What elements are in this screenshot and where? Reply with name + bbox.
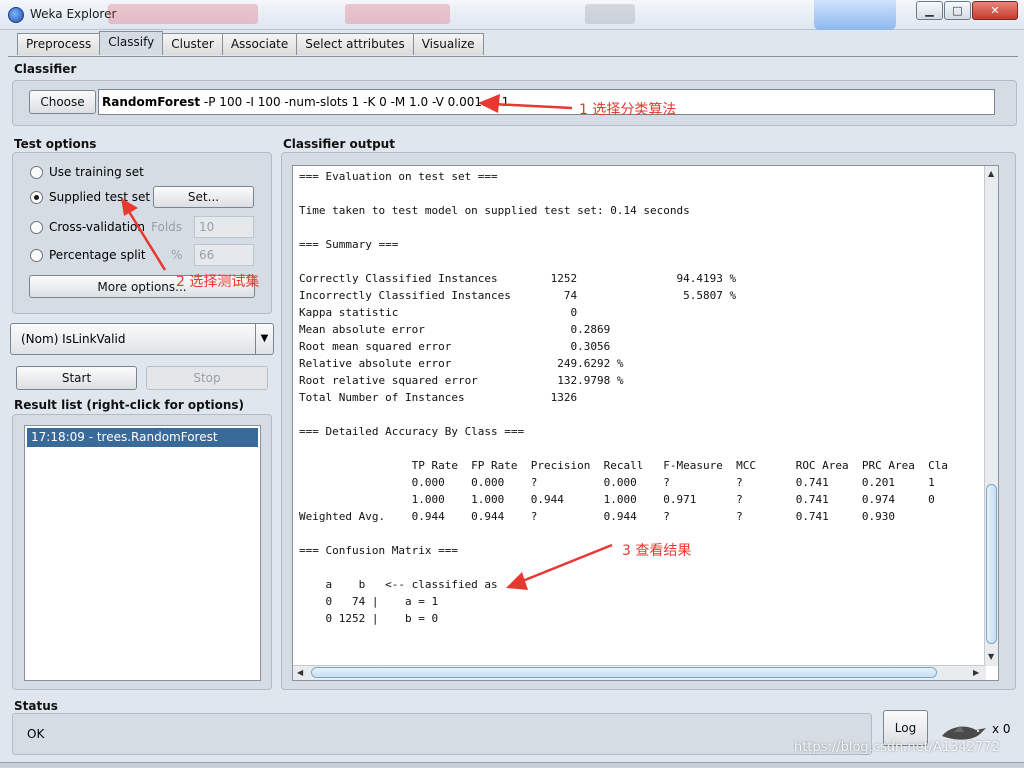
radio-label: Cross-validation	[49, 220, 145, 234]
test-options-section-label: Test options	[14, 137, 97, 151]
radio-label: Percentage split	[49, 248, 146, 262]
scroll-right-icon[interactable]: ▶	[973, 668, 979, 677]
taskbar-edge	[0, 762, 1024, 768]
output-line: Mean absolute error 0.2869	[299, 323, 611, 336]
output-line: 0.000 0.000 ? 0.000 ? ? 0.741 0.201 1	[299, 476, 935, 489]
radio-selected-icon	[30, 190, 43, 204]
classifier-config-field[interactable]: RandomForest -P 100 -I 100 -num-slots 1 …	[98, 89, 995, 115]
blurred-taskbar-tab	[108, 4, 258, 24]
tab-cluster[interactable]: Cluster	[162, 33, 223, 55]
radio-percentage-split[interactable]: Percentage split	[30, 248, 146, 262]
output-line: Kappa statistic 0	[299, 306, 578, 319]
radio-supplied-test-set[interactable]: Supplied test set	[30, 190, 150, 204]
percent-label: %	[171, 248, 183, 262]
classifier-output-text-area[interactable]: === Evaluation on test set === Time take…	[292, 165, 999, 681]
output-line: 0 1252 | b = 0	[299, 612, 439, 625]
status-text: OK	[27, 727, 45, 741]
tab-preprocess[interactable]: Preprocess	[17, 33, 101, 55]
output-line: === Detailed Accuracy By Class ===	[299, 425, 525, 438]
chevron-down-icon[interactable]: ▼	[255, 324, 273, 354]
output-line: === Summary ===	[299, 238, 399, 251]
tab-classify[interactable]: Classify	[99, 31, 164, 55]
folds-label: Folds	[151, 220, 183, 234]
output-line: === Evaluation on test set ===	[299, 170, 498, 183]
window-title: Weka Explorer	[30, 7, 117, 21]
classifier-options: -P 100 -I 100 -num-slots 1 -K 0 -M 1.0 -…	[200, 95, 510, 109]
set-test-set-button[interactable]: Set...	[153, 186, 254, 208]
watermark-text: https://blog.csdn.net/A1342772	[794, 740, 1000, 755]
classifier-section-label: Classifier	[14, 62, 77, 76]
annotation-step-1: 1 选择分类算法	[579, 102, 677, 118]
scroll-down-icon[interactable]: ▼	[988, 652, 994, 661]
scroll-left-icon[interactable]: ◀	[297, 668, 303, 677]
output-line: a b <-- classified as	[299, 578, 498, 591]
output-line: TP Rate FP Rate Precision Recall F-Measu…	[299, 459, 949, 472]
result-list-section-label: Result list (right-click for options)	[14, 398, 245, 412]
percent-input[interactable]: 66	[194, 244, 254, 266]
output-line: Incorrectly Classified Instances 74 5.58…	[299, 289, 737, 302]
tab-visualize[interactable]: Visualize	[412, 33, 484, 55]
choose-button[interactable]: Choose	[29, 90, 96, 114]
output-line: 0 74 | a = 1	[299, 595, 439, 608]
output-line: Correctly Classified Instances 1252 94.4…	[299, 272, 737, 285]
output-line: Time taken to test model on supplied tes…	[299, 204, 690, 217]
output-line: Weighted Avg. 0.944 0.944 ? 0.944 ? ? 0.…	[299, 510, 896, 523]
task-count: x 0	[992, 722, 1011, 736]
output-line: 1.000 1.000 0.944 1.000 0.971 ? 0.741 0.…	[299, 493, 935, 506]
status-section-label: Status	[14, 699, 58, 713]
blurred-taskbar-tab	[345, 4, 450, 24]
horizontal-scrollbar[interactable]: ◀ ▶	[293, 665, 986, 680]
maximize-icon[interactable]: □	[944, 1, 971, 20]
vertical-scroll-thumb[interactable]	[986, 484, 997, 644]
horizontal-scroll-thumb[interactable]	[311, 667, 937, 678]
output-line: Root relative squared error 132.9798 %	[299, 374, 624, 387]
radio-label: Use training set	[49, 165, 144, 179]
output-line: Root mean squared error 0.3056	[299, 340, 611, 353]
main-tabs: Preprocess Classify Cluster Associate Se…	[17, 31, 484, 55]
tabs-divider	[8, 56, 1018, 57]
folds-input[interactable]: 10	[194, 216, 254, 238]
radio-label: Supplied test set	[49, 190, 151, 204]
list-item[interactable]: 17:18:09 - trees.RandomForest	[27, 428, 258, 447]
window-controls: ▁ □ ✕	[916, 1, 1018, 20]
weka-app-icon	[8, 7, 24, 23]
output-line: Total Number of Instances 1326	[299, 391, 578, 404]
output-line: Relative absolute error 249.6292 %	[299, 357, 624, 370]
radio-icon	[30, 165, 43, 179]
classifier-name: RandomForest	[102, 95, 201, 109]
tab-associate[interactable]: Associate	[221, 33, 298, 55]
radio-use-training-set[interactable]: Use training set	[30, 165, 144, 179]
blurred-overlay	[814, 0, 896, 30]
annotation-step-2: 2 选择测试集	[176, 274, 260, 290]
title-bar: Weka Explorer ▁ □ ✕	[0, 0, 1024, 30]
minimize-icon[interactable]: ▁	[916, 1, 943, 20]
result-list[interactable]: 17:18:09 - trees.RandomForest	[24, 425, 261, 681]
close-icon[interactable]: ✕	[972, 1, 1018, 20]
radio-cross-validation[interactable]: Cross-validation	[30, 220, 145, 234]
radio-icon	[30, 248, 43, 262]
class-attribute-select[interactable]: (Nom) IsLinkValid ▼	[10, 323, 274, 355]
scroll-up-icon[interactable]: ▲	[988, 169, 994, 178]
tab-select-attributes[interactable]: Select attributes	[296, 33, 414, 55]
status-bar: OK	[12, 713, 872, 755]
classifier-output-section-label: Classifier output	[283, 137, 395, 151]
class-attribute-value: (Nom) IsLinkValid	[21, 332, 126, 346]
blurred-taskbar-tab	[585, 4, 635, 24]
vertical-scrollbar[interactable]: ▲ ▼	[984, 166, 998, 666]
radio-icon	[30, 220, 43, 234]
start-button[interactable]: Start	[16, 366, 137, 390]
stop-button[interactable]: Stop	[146, 366, 268, 390]
annotation-step-3: 3 查看结果	[622, 543, 692, 559]
